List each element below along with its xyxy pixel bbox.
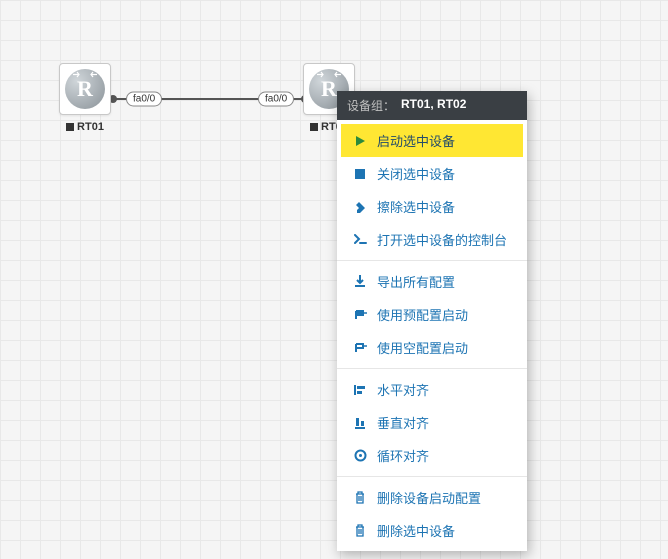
- emptyconfig-icon: [353, 341, 367, 355]
- menu-item-start-devices[interactable]: 启动选中设备: [341, 124, 523, 157]
- device-label: RT01: [66, 121, 104, 133]
- menu-item-label: 擦除选中设备: [377, 197, 511, 216]
- circle-icon: [353, 449, 367, 463]
- context-menu: 设备组： RT01, RT02 启动选中设备 关闭选中设备 擦除选中设备 打: [337, 91, 527, 551]
- console-icon: [353, 233, 367, 247]
- menu-item-label: 打开选中设备的控制台: [377, 230, 511, 249]
- port-label-right: fa0/0: [258, 92, 294, 107]
- menu-item-label: 关闭选中设备: [377, 164, 511, 183]
- device-rt01[interactable]: R RT01: [59, 63, 111, 139]
- menu-item-label: 删除设备启动配置: [377, 488, 511, 507]
- router-icon: R: [59, 63, 111, 115]
- menu-item-label: 垂直对齐: [377, 413, 511, 432]
- menu-item-label: 导出所有配置: [377, 272, 511, 291]
- menu-item-delete-devices[interactable]: 删除选中设备: [341, 514, 523, 547]
- menu-item-delete-startup-config[interactable]: 删除设备启动配置: [341, 481, 523, 514]
- menu-item-erase-devices[interactable]: 擦除选中设备: [341, 190, 523, 223]
- menu-item-align-circular[interactable]: 循环对齐: [341, 439, 523, 472]
- preconfig-icon: [353, 308, 367, 322]
- trash-icon: [353, 491, 367, 505]
- menu-item-export-config[interactable]: 导出所有配置: [341, 265, 523, 298]
- trash-icon: [353, 524, 367, 538]
- menu-item-stop-devices[interactable]: 关闭选中设备: [341, 157, 523, 190]
- menu-item-label: 使用空配置启动: [377, 338, 511, 357]
- play-icon: [353, 134, 367, 148]
- menu-item-label: 使用预配置启动: [377, 305, 511, 324]
- context-menu-header: 设备组： RT01, RT02: [337, 91, 527, 120]
- menu-item-align-horizontal[interactable]: 水平对齐: [341, 373, 523, 406]
- alignv-icon: [353, 416, 367, 430]
- menu-item-preconfig-start[interactable]: 使用预配置启动: [341, 298, 523, 331]
- menu-item-open-console[interactable]: 打开选中设备的控制台: [341, 223, 523, 256]
- menu-item-emptyconfig-start[interactable]: 使用空配置启动: [341, 331, 523, 364]
- menu-item-align-vertical[interactable]: 垂直对齐: [341, 406, 523, 439]
- erase-icon: [353, 200, 367, 214]
- port-label-left: fa0/0: [126, 92, 162, 107]
- menu-item-label: 启动选中设备: [377, 131, 511, 150]
- menu-item-label: 水平对齐: [377, 380, 511, 399]
- menu-item-label: 循环对齐: [377, 446, 511, 465]
- stop-icon: [353, 167, 367, 181]
- alignh-icon: [353, 383, 367, 397]
- download-icon: [353, 275, 367, 289]
- menu-item-label: 删除选中设备: [377, 521, 511, 540]
